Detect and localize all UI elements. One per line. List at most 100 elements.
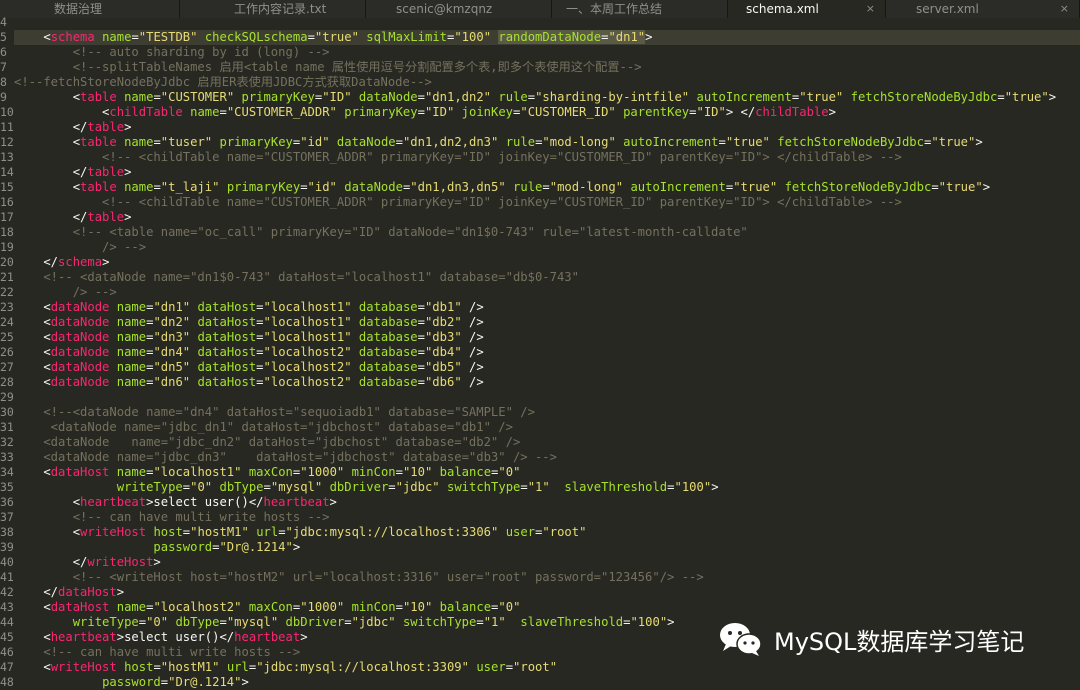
close-icon[interactable]: ×	[1060, 0, 1069, 18]
code-token: =	[718, 135, 726, 149]
code-token: url	[226, 660, 249, 674]
code-token: primaryKey	[219, 135, 293, 149]
code-token: table	[80, 90, 117, 104]
code-line: <dataHost name="localhost2" maxCon="1000…	[14, 600, 520, 615]
tab-server-xml[interactable]: server.xml ×	[886, 0, 1080, 18]
line-number: 43	[0, 600, 14, 614]
tab-label: 工作内容记录.txt	[234, 2, 327, 16]
tab-work-log[interactable]: 工作内容记录.txt	[180, 0, 366, 18]
code-token: "localhost2"	[153, 600, 242, 614]
code-token: />	[461, 345, 484, 359]
line-number: 40	[0, 555, 14, 569]
code-token: writeHost	[87, 555, 154, 569]
code-token: >	[116, 585, 125, 599]
code-line: </writeHost>	[14, 555, 161, 570]
code-token: writeType	[72, 615, 139, 629]
tab-weekly-summary[interactable]: 一、本周工作总结	[552, 0, 728, 18]
tab-schema-xml[interactable]: schema.xml ×	[728, 0, 886, 18]
code-token: schema	[50, 30, 95, 44]
code-token: "dn3"	[153, 330, 191, 344]
code-token: >	[828, 105, 836, 119]
code-token: name	[124, 90, 154, 104]
code-token: "db2"	[424, 315, 462, 329]
close-icon[interactable]: ×	[866, 0, 875, 18]
code-token: =	[417, 375, 425, 389]
code-token: database	[358, 300, 418, 314]
code-token: <	[14, 600, 51, 614]
code-token: />	[461, 330, 484, 344]
code-token: "id"	[307, 180, 337, 194]
line-number: 9	[0, 90, 7, 104]
code-token: "db6"	[424, 375, 462, 389]
code-token: name	[124, 180, 154, 194]
code-token: switchType	[402, 615, 477, 629]
code-token: schema	[58, 255, 103, 269]
code-line: </table>	[14, 210, 132, 225]
code-token: "localhost2"	[263, 375, 352, 389]
tab-data-governance[interactable]: 数据治理	[0, 0, 180, 18]
code-token: user	[476, 660, 506, 674]
line-number: 14	[0, 165, 14, 179]
code-token: name	[102, 30, 132, 44]
code-token: "1000"	[300, 465, 345, 479]
code-token: <	[14, 330, 51, 344]
code-token: =	[527, 90, 536, 104]
code-token: </	[14, 165, 88, 179]
code-token: database	[358, 330, 418, 344]
code-token: >	[300, 630, 308, 644]
code-token: "100"	[630, 615, 668, 629]
code-line: <!-- <table name="oc_call" primaryKey="I…	[14, 225, 748, 240]
tab-scenic[interactable]: scenic@kmzqnz	[366, 0, 552, 18]
code-token: "dn1,dn3,dn5"	[410, 180, 506, 194]
code-token: "localhost2"	[263, 345, 352, 359]
code-line: <!-- can have multi write hosts -->	[14, 645, 300, 660]
code-line: <table name="t_laji" primaryKey="id" dat…	[14, 180, 990, 195]
line-number: 11	[0, 120, 14, 134]
code-token: <!-- <childTable name="CUSTOMER_ADDR" pr…	[14, 150, 902, 164]
code-token: dataNode	[50, 330, 110, 344]
code-token: >	[329, 495, 337, 509]
code-editor[interactable]: <schema name="TESTDB" checkSQLschema="tr…	[14, 18, 1080, 690]
code-token: "localhost1"	[263, 330, 352, 344]
line-number: 24	[0, 315, 14, 329]
code-token: maxCon	[248, 600, 293, 614]
code-token: "CUSTOMER_ADDR"	[226, 105, 337, 119]
line-number: 18	[0, 225, 14, 239]
code-token: <!-- <childTable name="CUSTOMER_ADDR" pr…	[14, 195, 902, 209]
line-number: 19	[0, 240, 14, 254]
code-token: database	[358, 345, 418, 359]
code-line: <table name="CUSTOMER" primaryKey="ID" d…	[14, 90, 1056, 105]
code-token: "t_laji"	[160, 180, 220, 194]
code-line: </dataHost>	[14, 585, 124, 600]
line-number: 23	[0, 300, 14, 314]
code-token: primaryKey	[226, 180, 301, 194]
code-token: "true"	[733, 180, 778, 194]
code-token: =	[417, 360, 425, 374]
code-token: >	[645, 30, 653, 44]
code-token: <!-- can have multi write hosts -->	[14, 645, 301, 659]
code-token: "100"	[674, 480, 712, 494]
code-token: autoIncrement	[623, 135, 719, 149]
line-number: 12	[0, 135, 14, 149]
code-token: <dataNode name="jdbc_dn1" dataHost="jdbc…	[14, 420, 513, 434]
code-token: =	[417, 315, 425, 329]
code-line: writeType="0" dbType="mysql" dbDriver="j…	[14, 480, 719, 495]
code-token: "0"	[190, 480, 213, 494]
code-token: autoIncrement	[630, 180, 726, 194]
code-token: "dn1"	[608, 30, 646, 44]
code-token: dataNode	[336, 135, 396, 149]
